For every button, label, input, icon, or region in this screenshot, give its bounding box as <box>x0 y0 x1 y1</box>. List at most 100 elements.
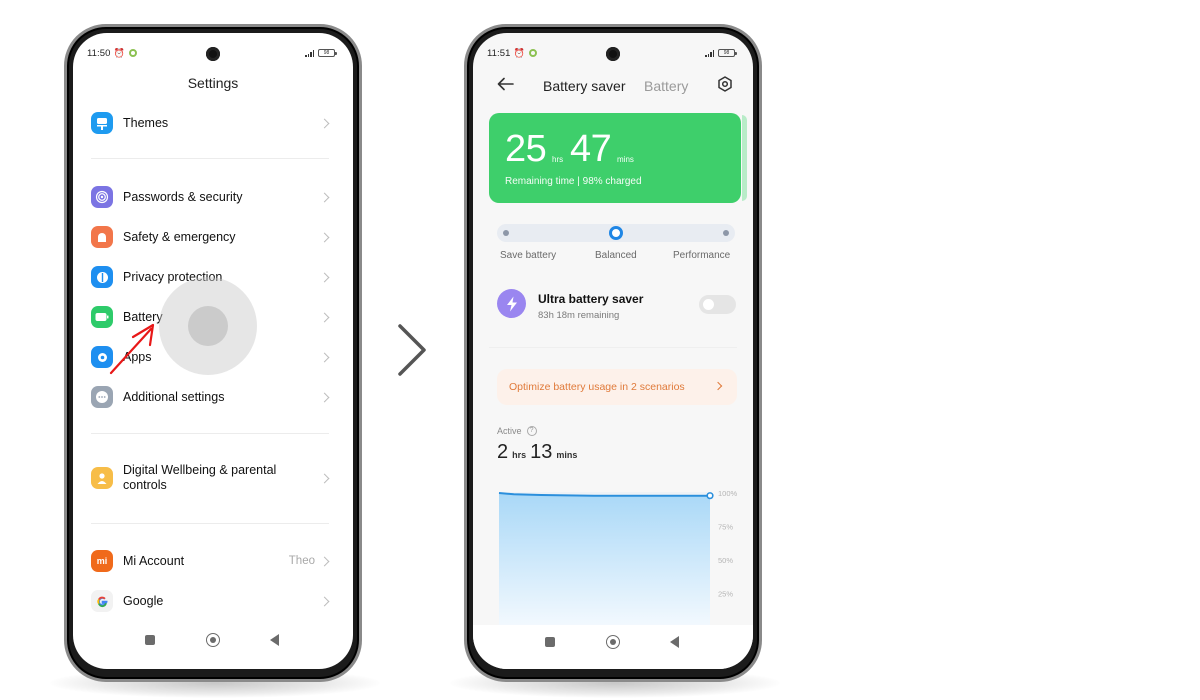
chart-ytick-label: 75% <box>718 523 733 532</box>
remaining-time-card: 25 hrs 47 mins Remaining time | 98% char… <box>489 113 747 203</box>
chart-area <box>499 493 710 627</box>
ultra-saver-subtitle: 83h 18m remaining <box>538 310 620 321</box>
chevron-right-icon <box>319 596 330 606</box>
optimize-text: Optimize battery usage in 2 scenarios <box>509 381 685 393</box>
settings-item-mi-account[interactable]: mi Mi Account Theo <box>91 547 331 575</box>
chart-ytick-label: 100% <box>718 489 738 498</box>
active-minutes-unit: mins <box>556 450 578 460</box>
back-button[interactable] <box>270 634 279 646</box>
home-button[interactable] <box>206 633 220 647</box>
settings-item-passwords-security[interactable]: Passwords & security <box>91 183 331 211</box>
active-time: 2 hrs 13 mins <box>497 441 581 464</box>
charging-dot-icon <box>128 49 137 57</box>
hours-unit: hrs <box>552 155 564 164</box>
chevron-right-icon <box>319 312 330 322</box>
settings-item-digital-wellbeing[interactable]: Digital Wellbeing & parental controls <box>91 461 331 495</box>
back-button[interactable] <box>670 636 679 648</box>
minutes-unit: mins <box>617 155 634 164</box>
divider <box>91 433 329 434</box>
chart-ytick-label: 25% <box>718 590 733 599</box>
settings-gear-icon[interactable] <box>717 76 733 92</box>
tab-battery[interactable]: Battery <box>644 78 688 94</box>
settings-item-google[interactable]: Google <box>91 587 331 615</box>
status-time: 11:50 <box>87 47 111 59</box>
privacy-icon <box>91 266 113 288</box>
battery-status-icon: 98 <box>318 49 337 57</box>
active-label-row: Active ? <box>497 426 537 436</box>
chart-end-point <box>706 492 714 500</box>
active-hours: 2 <box>497 441 509 463</box>
battery-level-chart: 100%75%50%25%0% <box>498 489 738 632</box>
battery-saver-screen: 11:51 ⏰ 98 Battery saver Battery 25 hrs … <box>473 33 753 669</box>
mode-stop-save-battery[interactable] <box>503 230 509 236</box>
lightning-icon <box>497 289 526 318</box>
divider <box>91 523 329 524</box>
touch-indicator-center <box>188 306 228 346</box>
fingerprint-icon <box>91 186 113 208</box>
chevron-right-icon <box>319 118 330 128</box>
phone-battery-saver: 11:51 ⏰ 98 Battery saver Battery 25 hrs … <box>464 24 762 682</box>
recents-button[interactable] <box>545 637 555 647</box>
chevron-right-icon <box>319 556 330 566</box>
home-button[interactable] <box>606 635 620 649</box>
settings-item-label: Themes <box>123 115 169 130</box>
tab-battery-saver[interactable]: Battery saver <box>543 78 625 94</box>
alarm-icon: ⏰ <box>113 47 125 58</box>
chart-ytick-label: 50% <box>718 556 733 565</box>
mode-selected-handle[interactable] <box>609 226 623 240</box>
settings-item-label: Digital Wellbeing & parental controls <box>123 463 277 492</box>
battery-status-icon: 98 <box>718 49 737 57</box>
account-name: Theo <box>288 555 315 567</box>
settings-item-safety-emergency[interactable]: Safety & emergency <box>91 223 331 251</box>
settings-item-label: Passwords & security <box>123 189 243 204</box>
chevron-right-icon <box>319 473 330 483</box>
remaining-minutes: 47 <box>570 128 612 170</box>
phone-settings: 11:50 ⏰ 98 Settings Themes Passwords & s… <box>64 24 362 682</box>
mode-stop-performance[interactable] <box>723 230 729 236</box>
charging-dot-icon <box>528 49 537 57</box>
chevron-right-icon <box>319 352 330 362</box>
front-camera <box>206 47 220 61</box>
active-label: Active <box>497 426 522 436</box>
battery-mode-slider[interactable] <box>497 224 735 242</box>
navigation-bar <box>473 625 753 669</box>
settings-item-themes[interactable]: Themes <box>91 109 331 137</box>
recents-button[interactable] <box>145 635 155 645</box>
alarm-icon: ⏰ <box>513 47 525 58</box>
front-camera <box>606 47 620 61</box>
active-minutes: 13 <box>530 441 553 463</box>
optimize-battery-card[interactable]: Optimize battery usage in 2 scenarios <box>497 369 737 405</box>
more-icon <box>91 386 113 408</box>
chevron-right-icon <box>319 232 330 242</box>
chevron-right-icon <box>713 381 723 391</box>
chevron-right-icon <box>398 324 426 376</box>
settings-item-label: Safety & emergency <box>123 229 236 244</box>
google-icon <box>91 590 113 612</box>
chevron-right-icon <box>319 192 330 202</box>
settings-screen: 11:50 ⏰ 98 Settings Themes Passwords & s… <box>73 33 353 669</box>
chevron-right-icon <box>319 392 330 402</box>
emergency-icon <box>91 226 113 248</box>
divider <box>91 158 329 159</box>
remaining-hours: 25 <box>505 128 547 170</box>
back-arrow-icon[interactable] <box>497 77 515 91</box>
mode-label-performance[interactable]: Performance <box>673 250 730 261</box>
settings-item-label: Mi Account <box>123 553 185 568</box>
divider <box>489 347 737 348</box>
wellbeing-icon <box>91 467 113 489</box>
navigation-bar <box>73 631 353 651</box>
mode-label-save-battery[interactable]: Save battery <box>500 250 556 261</box>
help-icon[interactable]: ? <box>526 426 537 436</box>
mode-label-balanced[interactable]: Balanced <box>595 250 637 261</box>
chevron-right-icon <box>319 272 330 282</box>
signal-icon <box>705 49 714 57</box>
mi-icon: mi <box>91 550 113 572</box>
ultra-saver-title: Ultra battery saver <box>538 292 644 306</box>
signal-icon <box>305 49 314 57</box>
red-arrow-annotation <box>109 323 155 375</box>
ultra-saver-toggle[interactable] <box>699 295 736 314</box>
status-time: 11:51 <box>487 47 511 59</box>
settings-item-label: Google <box>123 593 164 608</box>
settings-item-additional-settings[interactable]: Additional settings <box>91 383 331 411</box>
remaining-subtitle: Remaining time | 98% charged <box>505 176 642 187</box>
